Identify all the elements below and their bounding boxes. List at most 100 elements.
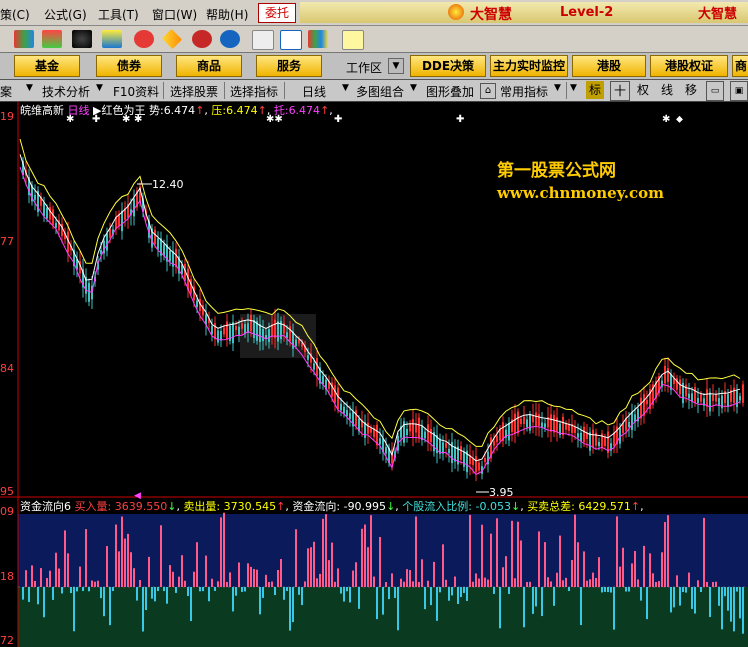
- flow-bar: [196, 542, 198, 587]
- flow-bar: [73, 587, 75, 632]
- weituo-button[interactable]: 委托: [258, 3, 296, 23]
- flow-bar: [547, 577, 549, 587]
- ratio-label: 个股流入比例:: [402, 500, 472, 513]
- candle-body: [100, 249, 102, 255]
- flow-bar: [469, 514, 471, 587]
- flow-bar: [409, 570, 411, 587]
- flow-bar: [517, 521, 519, 587]
- dropdown-arrow-icon[interactable]: ▼: [570, 83, 577, 93]
- flow-bar: [160, 525, 162, 587]
- commerce-button[interactable]: 商: [732, 55, 748, 77]
- blue-sphere-icon[interactable]: [220, 30, 240, 48]
- flow-bar: [598, 557, 600, 587]
- help-pointer-icon[interactable]: [342, 30, 364, 50]
- signal-star: ✱: [662, 114, 670, 125]
- workspace-dropdown-icon[interactable]: ▼: [388, 58, 404, 74]
- candle-body: [736, 390, 738, 408]
- question-icon[interactable]: [134, 30, 154, 48]
- func-f10[interactable]: F10资料: [113, 83, 159, 100]
- flow-bar: [247, 563, 249, 587]
- candle-body: [196, 300, 198, 308]
- flow-bar: [388, 587, 390, 600]
- flow-bar: [685, 587, 687, 593]
- lock-icon[interactable]: ⌂: [480, 83, 496, 99]
- candle-body: [565, 423, 567, 430]
- broadcast-icon[interactable]: [102, 30, 122, 48]
- expand-icon[interactable]: ▣: [730, 81, 748, 101]
- candle-body: [412, 419, 414, 437]
- flow-bar: [292, 587, 294, 623]
- window-icon[interactable]: [280, 30, 302, 50]
- dropdown-arrow-icon[interactable]: ▼: [554, 83, 561, 93]
- menu-help[interactable]: 帮助(H): [206, 6, 248, 23]
- dropdown-arrow-icon[interactable]: ▼: [26, 83, 33, 93]
- candle-body: [460, 446, 462, 460]
- quote-board-icon[interactable]: [14, 30, 34, 48]
- hk-stock-button[interactable]: 港股: [572, 55, 646, 77]
- books-icon[interactable]: [308, 30, 328, 48]
- func-multi-chart[interactable]: 多图组合: [356, 83, 404, 100]
- rights-button[interactable]: 权: [634, 81, 652, 99]
- dropdown-arrow-icon[interactable]: ▼: [342, 83, 349, 93]
- flow-bar: [124, 538, 126, 587]
- flow-bar: [358, 587, 360, 609]
- flow-bar: [277, 569, 279, 587]
- dde-decision-button[interactable]: DDE决策: [410, 55, 486, 77]
- flow-bar: [694, 587, 696, 614]
- flow-bar: [637, 579, 639, 587]
- candle-body: [238, 326, 240, 336]
- flow-bar: [373, 576, 375, 587]
- bond-button[interactable]: 债券: [96, 55, 162, 77]
- func-daily[interactable]: 日线: [302, 83, 326, 100]
- flow-bar: [262, 587, 264, 598]
- flow-bar: [85, 529, 87, 587]
- ya-value: 6.474: [226, 104, 258, 117]
- menu-formula[interactable]: 公式(G): [44, 6, 87, 23]
- fund-button[interactable]: 基金: [14, 55, 80, 77]
- candle-body: [514, 413, 516, 434]
- flow-bar: [25, 570, 27, 587]
- service-button[interactable]: 服务: [256, 55, 322, 77]
- func-overlay[interactable]: 图形叠加: [426, 83, 474, 100]
- buy-label: 买入量:: [74, 500, 112, 513]
- flow-bar: [607, 587, 609, 593]
- move-button[interactable]: 移: [682, 81, 700, 99]
- candle-body: [424, 431, 426, 439]
- mark-button[interactable]: 标: [586, 81, 604, 99]
- candle-body: [592, 429, 594, 448]
- market-icon[interactable]: [42, 30, 62, 48]
- func-tech-analysis[interactable]: 技术分析: [42, 83, 90, 100]
- window-toggle-icon[interactable]: ▭: [706, 81, 724, 101]
- func-select-indicator[interactable]: 选择指标: [230, 83, 278, 100]
- flow-bar: [631, 563, 633, 587]
- func-common-indicator[interactable]: 常用指标: [500, 83, 548, 100]
- candle-body: [106, 233, 108, 251]
- binoculars-icon[interactable]: [72, 30, 92, 48]
- func-case[interactable]: 案: [0, 83, 12, 100]
- candle-body: [121, 210, 123, 232]
- main-force-monitor-button[interactable]: 主力实时监控: [490, 55, 568, 77]
- menu-window[interactable]: 窗口(W): [152, 6, 197, 23]
- flow-bar: [703, 517, 705, 587]
- diamond-icon[interactable]: [161, 28, 183, 50]
- func-select-stock[interactable]: 选择股票: [170, 83, 218, 100]
- commodity-button[interactable]: 商品: [176, 55, 242, 77]
- crosshair-button[interactable]: 十: [610, 81, 630, 101]
- flow-bar: [187, 587, 189, 596]
- hk-warrant-button[interactable]: 港股权证: [650, 55, 728, 77]
- dropdown-arrow-icon[interactable]: ▼: [410, 83, 417, 93]
- flow-bar: [316, 578, 318, 587]
- line-button[interactable]: 线: [658, 81, 676, 99]
- candle-body: [277, 321, 279, 342]
- candle-body: [169, 250, 171, 262]
- menu-strategy[interactable]: 策(C): [0, 6, 30, 23]
- candle-body: [574, 427, 576, 433]
- flow-bar: [205, 555, 207, 587]
- dropdown-arrow-icon[interactable]: ▼: [96, 83, 103, 93]
- print-icon[interactable]: [252, 30, 274, 50]
- menu-tools[interactable]: 工具(T): [98, 6, 139, 23]
- red-sphere-icon[interactable]: [192, 30, 212, 48]
- flow-bar: [418, 581, 420, 587]
- flow-bar: [670, 587, 672, 613]
- flow-bar: [361, 528, 363, 587]
